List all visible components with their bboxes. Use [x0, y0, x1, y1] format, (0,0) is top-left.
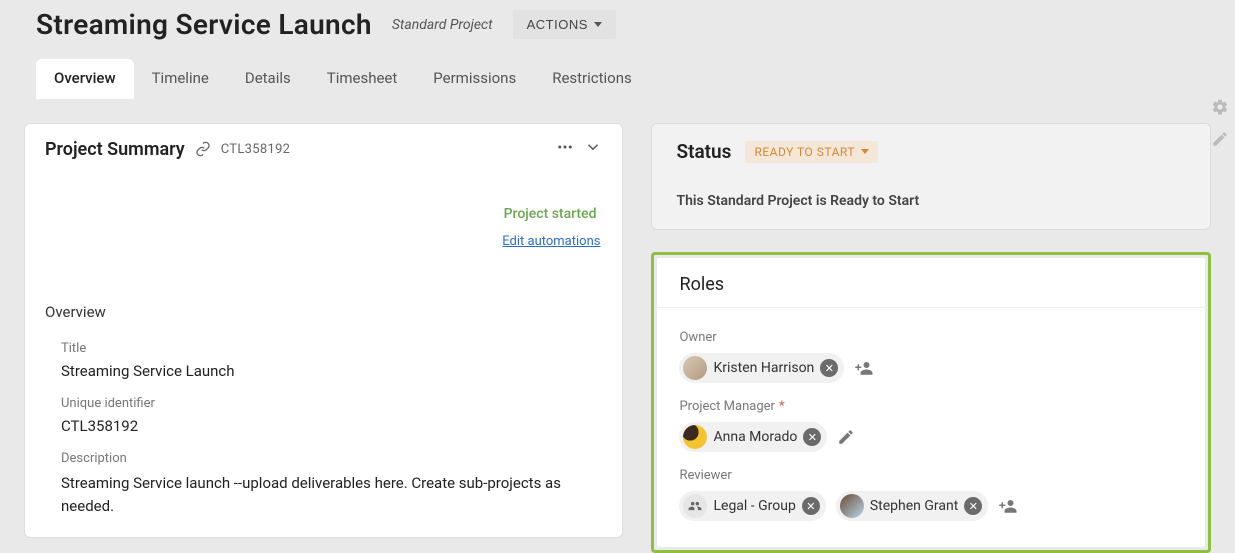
project-type-label: Standard Project — [392, 17, 493, 33]
project-summary-card: Project Summary CTL358192 Project starte… — [24, 123, 623, 538]
status-card: Status READY TO START This Standard Proj… — [651, 123, 1211, 230]
chip-name: Stephen Grant — [870, 498, 958, 514]
remove-icon[interactable]: ✕ — [802, 497, 820, 515]
uid-field-value: CTL358192 — [61, 417, 602, 435]
owner-chip[interactable]: Kristen Harrison ✕ — [679, 353, 844, 383]
avatar — [683, 425, 707, 449]
link-icon[interactable] — [195, 141, 211, 157]
actions-button[interactable]: ACTIONS — [513, 10, 616, 39]
pm-label-text: Project Manager — [679, 399, 774, 414]
edit-pm-icon[interactable] — [837, 428, 855, 446]
remove-icon[interactable]: ✕ — [964, 497, 982, 515]
actions-label: ACTIONS — [527, 17, 588, 32]
pencil-icon[interactable] — [1211, 130, 1229, 152]
chip-name: Kristen Harrison — [713, 360, 814, 376]
reviewer-label: Reviewer — [679, 468, 1183, 483]
project-started-label: Project started — [45, 206, 602, 222]
roles-title: Roles — [657, 258, 1205, 308]
more-icon[interactable] — [556, 138, 574, 160]
owner-label: Owner — [679, 330, 1183, 345]
status-badge[interactable]: READY TO START — [745, 141, 878, 163]
avatar — [840, 494, 864, 518]
avatar — [683, 356, 707, 380]
title-field-value: Streaming Service Launch — [61, 362, 602, 380]
group-icon — [683, 494, 707, 518]
tab-overview[interactable]: Overview — [36, 59, 134, 99]
page-title: Streaming Service Launch — [36, 8, 372, 41]
reviewer-chip-group[interactable]: Legal - Group ✕ — [679, 491, 825, 521]
desc-field-value: Streaming Service launch --upload delive… — [61, 472, 581, 517]
chip-name: Legal - Group — [713, 498, 795, 514]
tab-permissions[interactable]: Permissions — [415, 59, 534, 99]
caret-down-icon — [861, 149, 869, 154]
title-field-label: Title — [61, 341, 602, 356]
edit-automations-link[interactable]: Edit automations — [502, 234, 600, 249]
caret-down-icon — [594, 22, 602, 27]
roles-highlight: Roles Owner Kristen Harrison ✕ — [651, 252, 1211, 553]
project-id: CTL358192 — [221, 142, 291, 157]
status-badge-label: READY TO START — [754, 145, 855, 159]
gear-icon[interactable] — [1211, 98, 1229, 120]
uid-field-label: Unique identifier — [61, 396, 602, 411]
roles-card: Roles Owner Kristen Harrison ✕ — [657, 258, 1205, 547]
tab-details[interactable]: Details — [227, 59, 309, 99]
status-description: This Standard Project is Ready to Start — [676, 193, 1186, 209]
add-person-icon[interactable] — [998, 497, 1020, 515]
tab-timesheet[interactable]: Timesheet — [309, 59, 416, 99]
pm-chip[interactable]: Anna Morado ✕ — [679, 422, 827, 452]
required-marker: * — [779, 399, 785, 414]
add-person-icon[interactable] — [854, 359, 876, 377]
chip-name: Anna Morado — [713, 429, 797, 445]
status-title: Status — [676, 140, 731, 163]
desc-field-label: Description — [61, 451, 602, 466]
remove-icon[interactable]: ✕ — [820, 359, 838, 377]
chevron-down-icon[interactable] — [584, 138, 602, 160]
reviewer-chip-person[interactable]: Stephen Grant ✕ — [836, 491, 988, 521]
overview-section-label: Overview — [45, 303, 602, 321]
pm-label: Project Manager * — [679, 399, 1183, 414]
tab-timeline[interactable]: Timeline — [134, 59, 227, 99]
tab-restrictions[interactable]: Restrictions — [534, 59, 650, 99]
summary-title: Project Summary — [45, 139, 185, 160]
remove-icon[interactable]: ✕ — [803, 428, 821, 446]
tabs: Overview Timeline Details Timesheet Perm… — [36, 59, 1207, 99]
